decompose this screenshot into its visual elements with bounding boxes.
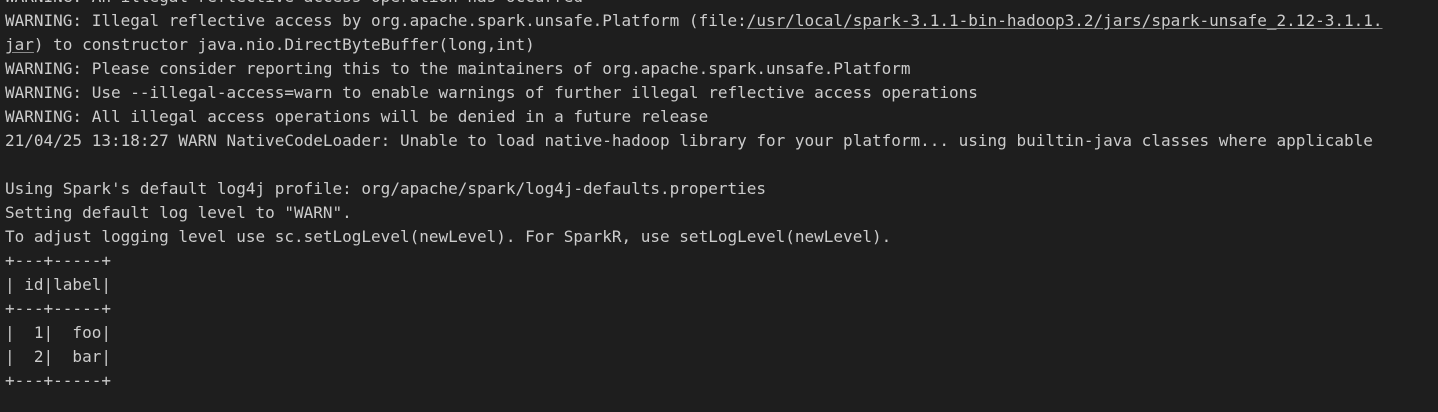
output-line-2-wrap: jar) to constructor java.nio.DirectByteB…	[0, 33, 1438, 57]
table-border-top: +---+-----+	[5, 251, 111, 270]
table-row: | 1| foo|	[5, 323, 111, 342]
jar-file-link[interactable]: /usr/local/spark-3.1.1-bin-hadoop3.2/jar…	[747, 11, 1383, 30]
line-2-prefix: WARNING: Illegal reflective access by or…	[5, 11, 747, 30]
table-header-row: | id|label|	[5, 275, 111, 294]
table-row: | 2| bar|	[5, 347, 111, 366]
table-border-middle: +---+-----+	[5, 299, 111, 318]
jar-file-link-wrap[interactable]: jar	[5, 35, 34, 54]
terminal-output[interactable]: WARNING: An illegal reflective access op…	[0, 0, 1438, 412]
output-line-4: WARNING: Use --illegal-access=warn to en…	[5, 83, 978, 102]
output-line-1: WARNING: An illegal reflective access op…	[0, 0, 1438, 9]
output-line-2: WARNING: Illegal reflective access by or…	[0, 9, 1438, 33]
table-border-bottom: +---+-----+	[5, 371, 111, 390]
line-2-suffix: ) to constructor java.nio.DirectByteBuff…	[33, 35, 535, 54]
output-line-6: 21/04/25 13:18:27 WARN NativeCodeLoader:…	[5, 131, 1373, 150]
output-line-7: Using Spark's default log4j profile: org…	[5, 179, 766, 198]
output-line-6-wrap	[0, 153, 1438, 177]
output-line-9: To adjust logging level use sc.setLogLev…	[5, 227, 892, 246]
output-line-5: WARNING: All illegal access operations w…	[5, 107, 709, 126]
output-line-8: Setting default log level to "WARN".	[5, 203, 352, 222]
output-line-3: WARNING: Please consider reporting this …	[5, 59, 911, 78]
